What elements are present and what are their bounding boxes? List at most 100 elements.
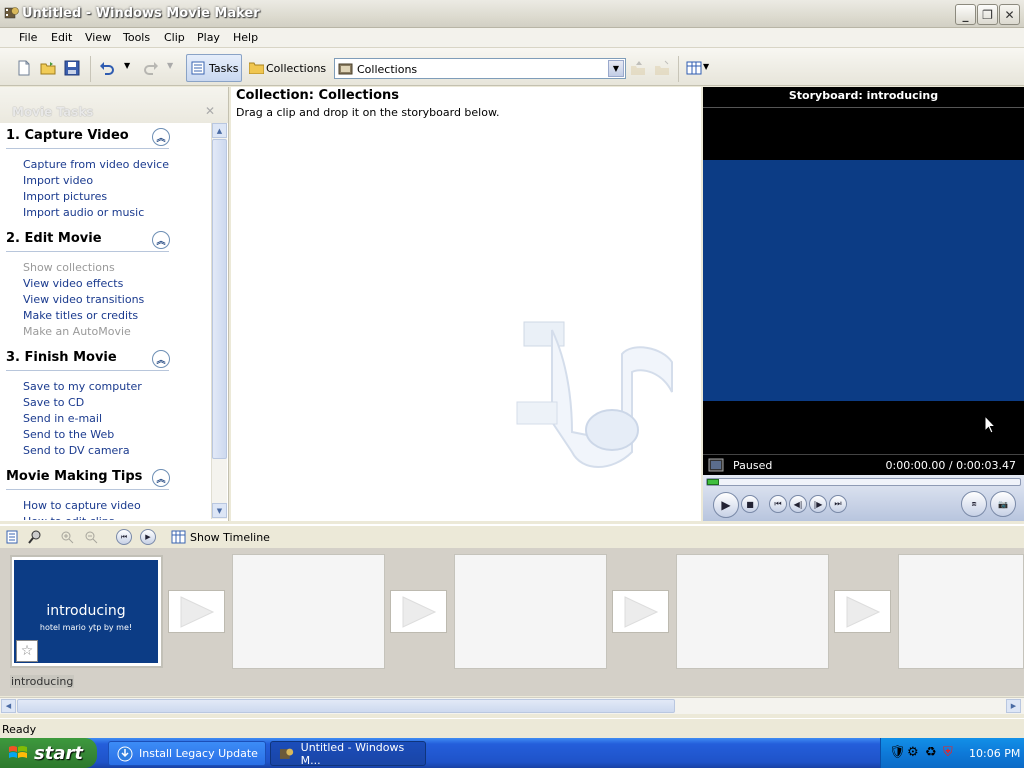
tray-update-icon[interactable]: ♻ <box>925 745 937 760</box>
tray-network-icon[interactable]: ⚙ <box>907 745 919 760</box>
collapse-section-icon[interactable]: ︽ <box>152 350 170 368</box>
task-link[interactable]: Send to DV camera <box>23 444 130 457</box>
forward-button[interactable]: |▶ <box>809 495 827 513</box>
scroll-left-icon[interactable]: ◀ <box>1 699 16 713</box>
stop-button[interactable]: ■ <box>741 495 759 513</box>
scroll-thumb[interactable] <box>212 139 227 459</box>
collapse-section-icon[interactable]: ︽ <box>152 469 170 487</box>
previous-frame-button[interactable]: ⏮ <box>769 495 787 513</box>
clip-thumbnail-title: introducing <box>46 603 126 619</box>
preview-video-screen[interactable] <box>703 160 1024 401</box>
skip-back-icon: ⏮ <box>120 532 128 541</box>
rewind-button[interactable]: ◀| <box>789 495 807 513</box>
collection-title: Collection: Collections <box>236 88 399 103</box>
scroll-up-icon[interactable]: ▲ <box>212 123 227 138</box>
tray-security-icon[interactable]: 🛡 <box>889 745 906 760</box>
horizontal-scroll-thumb[interactable] <box>17 699 675 713</box>
task-link[interactable]: How to edit clips <box>23 515 115 520</box>
task-link[interactable]: Import pictures <box>23 190 107 203</box>
task-link[interactable]: Show collections <box>23 261 115 274</box>
clip-caption[interactable]: introducing <box>10 675 75 688</box>
task-link[interactable]: Send in e-mail <box>23 412 102 425</box>
task-link[interactable]: How to capture video <box>23 499 141 512</box>
transition-slot[interactable] <box>168 590 225 633</box>
transition-slot[interactable] <box>612 590 669 633</box>
clock[interactable]: 10:06 PM <box>969 747 1020 760</box>
storyboard-empty-frame[interactable] <box>676 554 829 669</box>
close-button[interactable]: ✕ <box>999 4 1020 25</box>
up-one-level-icon[interactable] <box>630 60 646 76</box>
play-icon: ▶ <box>145 533 151 541</box>
taskbar-button-label: Untitled - Windows M... <box>300 740 405 767</box>
combo-dropdown-arrow[interactable]: ▼ <box>608 60 624 77</box>
play-storyboard-button[interactable]: ▶ <box>140 529 156 545</box>
rewind-storyboard-button[interactable]: ⏮ <box>116 529 132 545</box>
video-effect-star-icon[interactable]: ☆ <box>16 640 38 662</box>
task-link[interactable]: View video effects <box>23 277 123 290</box>
clip-thumbnail[interactable]: introducing hotel mario ytp by me! ☆ <box>13 559 159 664</box>
collections-combo[interactable]: Collections ▼ <box>334 58 626 79</box>
task-link[interactable]: Send to the Web <box>23 428 114 441</box>
collapse-section-icon[interactable]: ︽ <box>152 231 170 249</box>
scroll-right-icon[interactable]: ▶ <box>1006 699 1021 713</box>
set-audio-levels-icon[interactable] <box>28 530 42 544</box>
taskbar-button-label: Install Legacy Update <box>139 747 258 760</box>
taskbar-button-movie-maker[interactable]: Untitled - Windows M... <box>270 740 426 767</box>
task-link[interactable]: Make an AutoMovie <box>23 325 131 338</box>
zoom-out-icon[interactable] <box>84 530 98 544</box>
task-link[interactable]: Import audio or music <box>23 206 144 219</box>
task-link[interactable]: Save to CD <box>23 396 84 409</box>
new-collection-folder-icon[interactable] <box>654 60 670 76</box>
task-link[interactable]: Import video <box>23 174 93 187</box>
scroll-down-icon[interactable]: ▼ <box>212 503 227 518</box>
task-link[interactable]: Capture from video device <box>23 158 169 171</box>
next-frame-button[interactable]: ⏭ <box>829 495 847 513</box>
split-icon: ⧈ <box>971 499 977 508</box>
task-section-title[interactable]: 3. Finish Movie <box>6 350 117 365</box>
storyboard-empty-frame[interactable] <box>232 554 385 669</box>
show-timeline-icon[interactable] <box>171 530 186 544</box>
combo-value: Collections <box>357 63 418 76</box>
collapse-section-icon[interactable]: ︽ <box>152 128 170 146</box>
system-tray: 🛡 ⚙ ♻ ⛨ 10:06 PM <box>880 738 1024 768</box>
collections-label: Collections <box>266 62 327 75</box>
preview-title: Storyboard: introducing <box>788 89 939 102</box>
take-picture-button[interactable]: 📷 <box>990 491 1016 517</box>
tasks-scrollbar[interactable]: ▲ ▼ <box>211 123 227 519</box>
play-button[interactable]: ▶ <box>713 492 739 518</box>
minimize-button[interactable]: _ <box>955 4 976 25</box>
views-dropdown-icon[interactable]: ▼ <box>703 62 709 71</box>
task-link[interactable]: View video transitions <box>23 293 144 306</box>
views-icon[interactable] <box>686 60 702 76</box>
start-button[interactable]: start <box>0 738 97 768</box>
task-link[interactable]: Save to my computer <box>23 380 142 393</box>
playback-time: 0:00:00.00 / 0:00:03.47 <box>885 459 1017 472</box>
seek-bar[interactable] <box>706 478 1021 486</box>
transition-slot[interactable] <box>390 590 447 633</box>
seek-thumb[interactable] <box>707 479 719 485</box>
transition-slot[interactable] <box>834 590 891 633</box>
taskbar-button-legacy-update[interactable]: Install Legacy Update <box>108 741 266 766</box>
storyboard-scrollbar[interactable]: ◀ ▶ <box>0 697 1024 714</box>
task-section-divider <box>6 148 169 149</box>
narrate-timeline-icon[interactable] <box>5 530 19 544</box>
storyboard-toolbar: ⏮ ▶ Show Timeline <box>0 524 1024 548</box>
clip-thumbnail-subtitle: hotel mario ytp by me! <box>39 623 133 632</box>
menu-help[interactable]: Help <box>233 31 258 44</box>
maximize-button[interactable]: ❐ <box>977 4 998 25</box>
collections-button[interactable]: Collections <box>246 54 327 82</box>
task-section-divider <box>6 489 169 490</box>
tray-shield-icon[interactable]: ⛨ <box>943 745 953 760</box>
show-timeline-button[interactable]: Show Timeline <box>190 531 270 544</box>
transition-arrow-icon <box>624 596 659 628</box>
split-clip-button[interactable]: ⧈ <box>961 491 987 517</box>
storyboard-empty-frame[interactable] <box>454 554 607 669</box>
zoom-in-icon[interactable] <box>60 530 74 544</box>
task-section-title[interactable]: 1. Capture Video <box>6 128 129 143</box>
minimize-icon: _ <box>962 7 969 22</box>
task-link[interactable]: Make titles or credits <box>23 309 138 322</box>
task-section-title[interactable]: 2. Edit Movie <box>6 231 102 246</box>
task-section-title[interactable]: Movie Making Tips <box>6 469 142 484</box>
storyboard-empty-frame[interactable] <box>898 554 1024 669</box>
collection-film-icon <box>338 63 353 75</box>
